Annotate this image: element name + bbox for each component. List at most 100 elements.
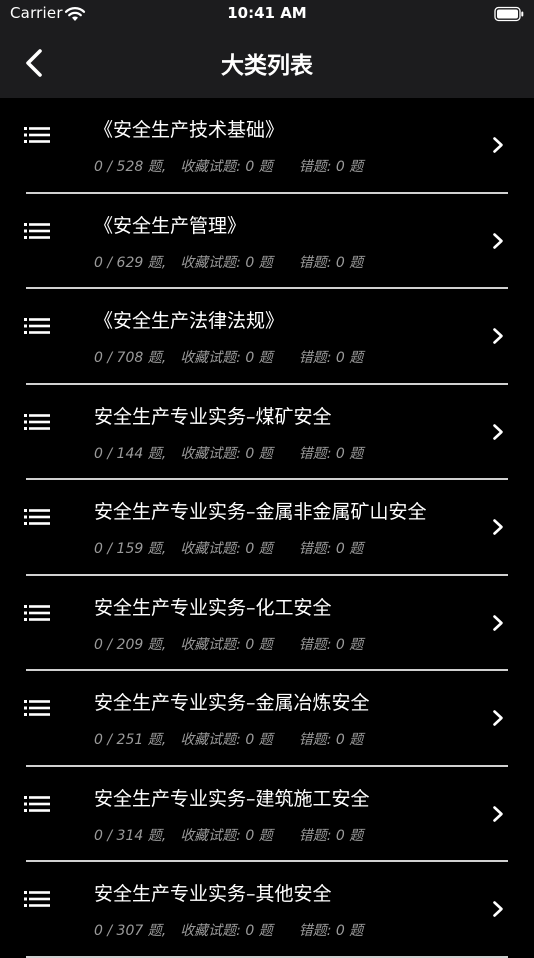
list-item[interactable]: 安全生产专业实务–煤矿安全 0 / 144 题, 收藏试题: 0 题 错题: 0 题 — [0, 385, 534, 480]
label-favorites-label: 收藏试题: — [180, 732, 241, 748]
item-total: 528 — [116, 159, 144, 175]
chevron-right-icon — [493, 710, 503, 726]
category-list: 《安全生产技术基础》 0 / 528 题, 收藏试题: 0 题错题: 0 题 《安… — [0, 98, 534, 958]
item-wrong: 0 — [335, 732, 345, 748]
label-wrong-label: 错题: — [298, 254, 332, 271]
list-item[interactable]: 安全生产专业实务–金属冶炼安全 0 / 251 题, 收藏试题: 0 题 错题: 0… — [0, 671, 534, 767]
list-icon — [24, 127, 50, 143]
label-favorites-label: 收藏试题: — [180, 159, 241, 175]
item-favorites: 0 — [245, 254, 255, 271]
label-favorites-label: 收藏试题: — [180, 541, 241, 557]
item-wrong: 0 — [335, 636, 345, 653]
item-total: 307 — [116, 923, 144, 939]
label-question-unit: 题, — [147, 159, 167, 175]
item-done: 0 — [94, 636, 103, 653]
item-done: 0 — [94, 923, 103, 939]
item-wrong: 0 — [335, 159, 345, 175]
wrong-count: 错题: 0 题 — [299, 637, 364, 653]
label-wrong-label: 错题: — [298, 732, 332, 748]
item-title: 安全生产专业实务–金属冶炼安全 — [94, 692, 370, 714]
item-done: 0 — [94, 350, 103, 366]
category-title: 安全生产专业实务–建筑施工安全 — [94, 784, 370, 811]
category-title: 安全生产专业实务–化工安全 — [94, 593, 332, 620]
wrong-count: 错题: 0 题 — [299, 923, 364, 939]
chevron-right-icon — [493, 137, 503, 153]
label-unit: 题 — [349, 827, 364, 844]
wrong-count: 错题: 0 题 — [299, 828, 364, 844]
favorites-count: 收藏试题: 0 题 — [180, 446, 273, 462]
list-icon — [24, 413, 50, 430]
chevron-right-icon — [493, 901, 503, 917]
label-wrong-label: 错题: — [298, 636, 332, 653]
category-stats: 0 / 307 题, 收藏试题: 0 题 错题: 0 题 — [94, 920, 363, 940]
label-separator: / — [107, 636, 113, 653]
label-separator: / — [107, 445, 113, 462]
item-favorites: 0 — [245, 159, 255, 175]
label-favorites-label: 收藏试题: — [180, 636, 241, 653]
list-icon — [24, 604, 50, 621]
label-wrong-label: 错题: — [298, 445, 332, 462]
wrong-count: 错题: 0 题 — [299, 159, 364, 175]
label-separator: / — [107, 350, 113, 366]
label-separator: / — [107, 732, 113, 748]
progress-count: 0 / 251 题, — [94, 732, 166, 748]
label-unit: 题 — [258, 445, 273, 462]
label-unit: 题 — [349, 445, 364, 462]
list-item[interactable]: 安全生产专业实务–建筑施工安全 0 / 314 题, 收藏试题: 0 题错题: 0… — [0, 767, 534, 862]
label-separator: / — [107, 923, 113, 939]
label-unit: 题 — [258, 636, 273, 653]
list-item[interactable]: 安全生产专业实务–化工安全 0 / 209 题, 收藏试题: 0 题 错题: 0 题 — [0, 576, 534, 671]
item-title: 安全生产专业实务–金属非金属矿山安全 — [94, 501, 427, 523]
list-item[interactable]: 《安全生产法律法规》 0 / 708 题, 收藏试题: 0 题错题: 0 题 — [0, 289, 534, 385]
label-unit: 题 — [258, 732, 273, 748]
item-done: 0 — [94, 254, 103, 271]
category-stats: 0 / 528 题, 收藏试题: 0 题错题: 0 题 — [94, 156, 363, 176]
list-item[interactable]: 安全生产专业实务–金属非金属矿山安全 0 / 159 题, 收藏试题: 0 题错题… — [0, 480, 534, 576]
list-icon — [24, 318, 50, 334]
category-stats: 0 / 629 题, 收藏试题: 0 题错题: 0 题 — [94, 252, 363, 272]
favorites-count: 收藏试题: 0 题 — [180, 923, 273, 939]
label-favorites-label: 收藏试题: — [180, 350, 241, 366]
chevron-right-icon — [493, 614, 503, 631]
item-total: 159 — [116, 541, 144, 557]
battery-icon — [494, 6, 524, 22]
label-wrong-label: 错题: — [298, 159, 332, 175]
item-favorites: 0 — [245, 923, 255, 939]
list-item[interactable]: 安全生产专业实务–其他安全 0 / 307 题, 收藏试题: 0 题错题: 0 题 — [0, 862, 534, 958]
item-title: 安全生产专业实务–建筑施工安全 — [94, 787, 370, 810]
item-total: 314 — [116, 827, 144, 844]
category-title: 《安全生产技术基础》 — [94, 115, 284, 142]
list-icon — [24, 222, 50, 239]
label-separator: / — [107, 159, 113, 175]
label-question-unit: 题, — [147, 827, 167, 844]
label-question-unit: 题, — [147, 350, 167, 366]
favorites-count: 收藏试题: 0 题 — [180, 732, 273, 748]
item-done: 0 — [94, 445, 103, 462]
progress-count: 0 / 209 题, — [94, 637, 166, 653]
item-total: 708 — [116, 350, 144, 366]
navigation-bar: 大类列表 — [0, 28, 534, 98]
list-icon — [24, 700, 50, 716]
progress-count: 0 / 144 题, — [94, 446, 166, 462]
item-favorites: 0 — [245, 541, 255, 557]
label-unit: 题 — [349, 732, 364, 748]
category-stats: 0 / 144 题, 收藏试题: 0 题 错题: 0 题 — [94, 443, 363, 463]
progress-count: 0 / 307 题, — [94, 923, 166, 939]
favorites-count: 收藏试题: 0 题 — [180, 828, 273, 844]
progress-count: 0 / 528 题, — [94, 159, 166, 175]
category-stats: 0 / 209 题, 收藏试题: 0 题 错题: 0 题 — [94, 634, 363, 654]
list-item[interactable]: 《安全生产技术基础》 0 / 528 题, 收藏试题: 0 题错题: 0 题 — [0, 98, 534, 194]
chevron-right-icon — [493, 232, 503, 249]
category-title: 安全生产专业实务–煤矿安全 — [94, 402, 332, 429]
item-total: 251 — [116, 732, 144, 748]
item-done: 0 — [94, 541, 103, 557]
category-title: 安全生产专业实务–金属冶炼安全 — [94, 688, 370, 715]
label-favorites-label: 收藏试题: — [180, 923, 241, 939]
favorites-count: 收藏试题: 0 题 — [180, 541, 273, 557]
item-favorites: 0 — [245, 827, 255, 844]
label-unit: 题 — [258, 350, 273, 366]
label-question-unit: 题, — [147, 732, 167, 748]
list-item[interactable]: 《安全生产管理》 0 / 629 题, 收藏试题: 0 题错题: 0 题 — [0, 194, 534, 289]
label-unit: 题 — [258, 254, 273, 271]
item-favorites: 0 — [245, 732, 255, 748]
